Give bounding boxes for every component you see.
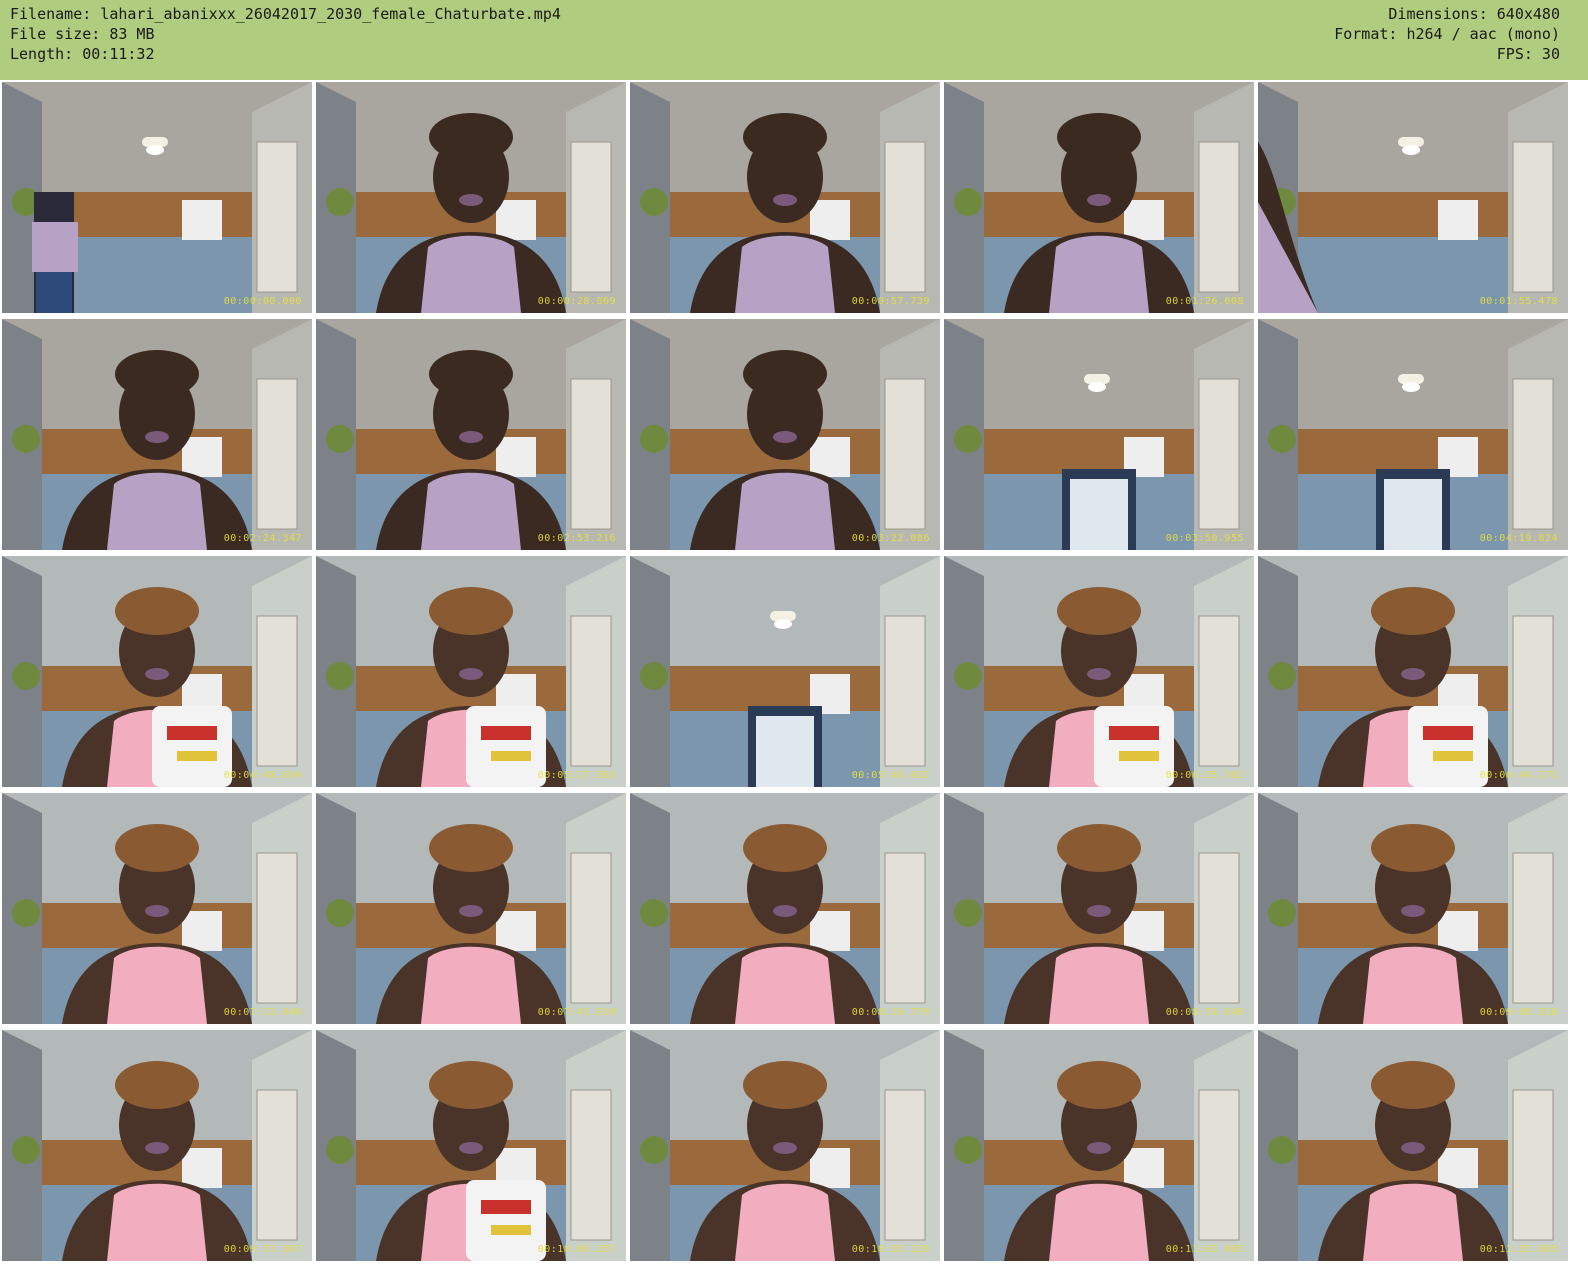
video-thumbnail: 00:11:32.865 [1258, 1030, 1568, 1261]
frame-timestamp: 00:10:06.257 [537, 1244, 616, 1255]
frame-timestamp: 00:07:13.040 [223, 1007, 302, 1018]
video-thumbnail: 00:05:46.432 [630, 556, 940, 787]
video-thumbnail: 00:08:39.648 [944, 793, 1254, 1024]
frame-timestamp: 00:02:24.347 [223, 533, 302, 544]
video-thumbnail: 00:02:24.347 [2, 319, 312, 550]
frame-timestamp: 00:05:46.432 [851, 770, 930, 781]
info-header: Filename: lahari_abanixxx_26042017_2030_… [0, 0, 1588, 80]
frame-timestamp: 00:03:22.086 [851, 533, 930, 544]
format-line: Format: h264 / aac (mono) [1334, 25, 1560, 43]
video-thumbnail: 00:01:55.478 [1258, 82, 1568, 313]
filename-line: Filename: lahari_abanixxx_26042017_2030_… [10, 5, 561, 23]
video-thumbnail: 00:03:22.086 [630, 319, 940, 550]
video-thumbnail: 00:10:06.257 [316, 1030, 626, 1261]
video-thumbnail: 00:08:10.779 [630, 793, 940, 1024]
video-thumbnail: 00:02:53.216 [316, 319, 626, 550]
frame-timestamp: 00:05:17.563 [537, 770, 616, 781]
video-thumbnail: 00:07:41.910 [316, 793, 626, 1024]
frame-image [630, 793, 940, 1024]
frame-timestamp: 00:08:39.648 [1165, 1007, 1244, 1018]
frame-image [944, 1030, 1254, 1261]
frame-timestamp: 00:06:44.171 [1479, 770, 1558, 781]
frame-image [630, 556, 940, 787]
frame-image [944, 793, 1254, 1024]
video-thumbnail: 00:07:13.040 [2, 793, 312, 1024]
video-thumbnail: 00:04:48.694 [2, 556, 312, 787]
frame-image [316, 1030, 626, 1261]
frame-image [2, 556, 312, 787]
video-thumbnail: 00:00:00.000 [2, 82, 312, 313]
file-info-right: Dimensions: 640x480 Format: h264 / aac (… [1334, 4, 1560, 64]
frame-image [2, 1030, 312, 1261]
frame-timestamp: 00:00:28.869 [537, 296, 616, 307]
frame-timestamp: 00:02:53.216 [537, 533, 616, 544]
frame-timestamp: 00:09:08.518 [1479, 1007, 1558, 1018]
video-thumbnail: 00:03:50.955 [944, 319, 1254, 550]
video-thumbnail: 00:11:03.995 [944, 1030, 1254, 1261]
frame-image [316, 319, 626, 550]
frame-image [316, 556, 626, 787]
frame-image [2, 82, 312, 313]
frame-timestamp: 00:06:15.302 [1165, 770, 1244, 781]
video-thumbnail: 00:06:44.171 [1258, 556, 1568, 787]
frame-timestamp: 00:11:32.865 [1479, 1244, 1558, 1255]
fps-line: FPS: 30 [1496, 45, 1560, 63]
frame-timestamp: 00:11:03.995 [1165, 1244, 1244, 1255]
frame-image [1258, 319, 1568, 550]
frame-timestamp: 00:00:57.739 [851, 296, 930, 307]
frame-timestamp: 00:00:00.000 [223, 296, 302, 307]
video-thumbnail: 00:04:19.824 [1258, 319, 1568, 550]
frame-image [2, 319, 312, 550]
frame-timestamp: 00:09:37.387 [223, 1244, 302, 1255]
frame-image [1258, 556, 1568, 787]
frame-timestamp: 00:08:10.779 [851, 1007, 930, 1018]
frame-timestamp: 00:03:50.955 [1165, 533, 1244, 544]
frame-image [316, 793, 626, 1024]
frame-image [630, 319, 940, 550]
video-thumbnail: 00:05:17.563 [316, 556, 626, 787]
frame-image [630, 1030, 940, 1261]
frame-image [1258, 793, 1568, 1024]
video-thumbnail: 00:09:37.387 [2, 1030, 312, 1261]
frame-image [2, 793, 312, 1024]
frame-timestamp: 00:10:35.126 [851, 1244, 930, 1255]
frame-timestamp: 00:04:19.824 [1479, 533, 1558, 544]
frame-timestamp: 00:01:26.608 [1165, 296, 1244, 307]
frame-timestamp: 00:01:55.478 [1479, 296, 1558, 307]
length-line: Length: 00:11:32 [10, 45, 155, 63]
frame-image [316, 82, 626, 313]
frame-image [944, 82, 1254, 313]
video-thumbnail: 00:06:15.302 [944, 556, 1254, 787]
frame-image [944, 556, 1254, 787]
video-thumbnail: 00:00:57.739 [630, 82, 940, 313]
frame-image [1258, 1030, 1568, 1261]
filesize-line: File size: 83 MB [10, 25, 155, 43]
video-thumbnail: 00:00:28.869 [316, 82, 626, 313]
frame-image [630, 82, 940, 313]
file-info-left: Filename: lahari_abanixxx_26042017_2030_… [10, 4, 561, 64]
dimensions-line: Dimensions: 640x480 [1388, 5, 1560, 23]
video-thumbnail: 00:09:08.518 [1258, 793, 1568, 1024]
frame-timestamp: 00:07:41.910 [537, 1007, 616, 1018]
frame-image [944, 319, 1254, 550]
video-thumbnail: 00:01:26.608 [944, 82, 1254, 313]
frame-image [1258, 82, 1568, 313]
video-thumbnail: 00:10:35.126 [630, 1030, 940, 1261]
frame-timestamp: 00:04:48.694 [223, 770, 302, 781]
